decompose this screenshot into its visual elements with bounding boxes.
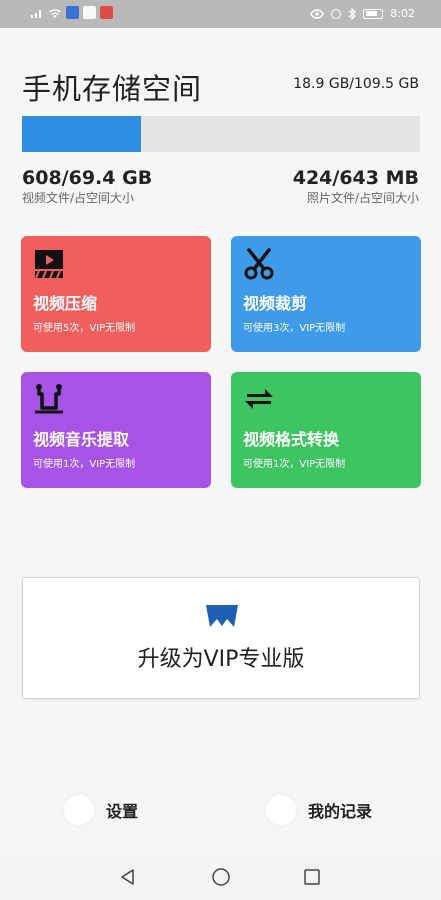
status-left-icons [30, 6, 113, 19]
my-records-nav-item[interactable]: 我的记录 [266, 790, 372, 830]
status-bar: 8:02 [0, 0, 441, 28]
video-stat: 608/69.4 GB 视频文件/占空间大小 [22, 166, 152, 206]
signal-icon [31, 9, 41, 18]
storage-usage-fill [22, 116, 142, 152]
music-extract-icon [35, 384, 63, 414]
tool-name: 视频格式转换 [243, 430, 340, 449]
video-music-extract-card[interactable]: 视频音乐提取 可使用1次，VIP无限制 [21, 372, 211, 488]
system-navigation-bar [0, 855, 441, 900]
convert-arrows-icon [245, 389, 273, 409]
photo-stat-value: 424/643 MB [292, 167, 419, 189]
photo-stat-label: 照片文件/占空间大小 [306, 191, 419, 205]
app-notification-icon [66, 6, 79, 19]
battery-icon [363, 8, 384, 19]
tool-name: 视频音乐提取 [33, 430, 130, 449]
storage-usage-bar [22, 116, 420, 152]
video-compress-card[interactable]: 视频压缩 可使用5次，VIP无限制 [21, 236, 211, 352]
eye-icon [310, 8, 325, 19]
vip-upgrade-label: 升级为VIP专业版 [137, 647, 305, 672]
tool-usage-note: 可使用3次，VIP无限制 [243, 323, 346, 334]
clapperboard-icon [35, 250, 63, 279]
recent-apps-icon[interactable] [302, 867, 322, 887]
settings-icon [64, 795, 94, 825]
storage-title: 手机存储空间 [22, 72, 203, 106]
app-notification-icon [83, 6, 96, 19]
back-icon[interactable] [118, 867, 138, 887]
bluetooth-icon [348, 7, 357, 20]
records-icon [266, 795, 296, 825]
video-stat-value: 608/69.4 GB [22, 167, 153, 189]
photo-stat: 424/643 MB 照片文件/占空间大小 [293, 166, 419, 206]
tool-usage-note: 可使用5次，VIP无限制 [33, 323, 136, 334]
video-format-convert-card[interactable]: 视频格式转换 可使用1次，VIP无限制 [231, 372, 421, 488]
tool-usage-note: 可使用1次，VIP无限制 [243, 459, 346, 470]
settings-nav-item[interactable]: 设置 [64, 790, 138, 830]
my-records-label: 我的记录 [308, 802, 373, 821]
status-right-icons: 8:02 [310, 7, 415, 20]
scissors-icon [244, 248, 274, 280]
vip-upgrade-button[interactable]: 升级为VIP专业版 [22, 577, 420, 699]
vibrate-icon [331, 8, 342, 19]
wifi-icon [49, 8, 61, 18]
tool-usage-note: 可使用1次，VIP无限制 [33, 459, 136, 470]
home-icon[interactable] [211, 867, 231, 887]
storage-total: 18.9 GB/109.5 GB [293, 76, 419, 92]
settings-label: 设置 [106, 802, 139, 821]
status-time: 8:02 [390, 7, 415, 20]
app-notification-icon [100, 6, 113, 19]
video-stat-label: 视频文件/占空间大小 [22, 191, 135, 205]
vip-crown-icon [206, 605, 238, 627]
tool-name: 视频压缩 [33, 294, 98, 313]
tool-name: 视频裁剪 [243, 294, 308, 313]
video-trim-card[interactable]: 视频裁剪 可使用3次，VIP无限制 [231, 236, 421, 352]
